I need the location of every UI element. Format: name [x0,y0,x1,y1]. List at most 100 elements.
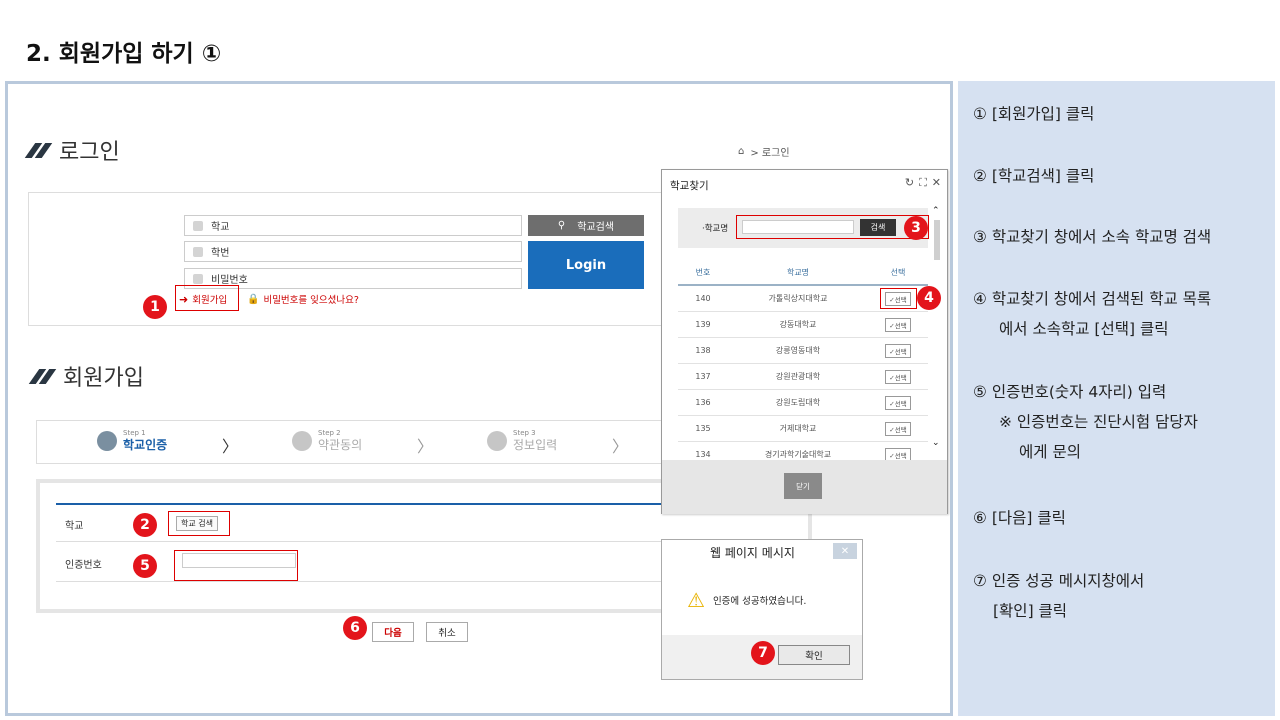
marker-3: 3 [904,216,928,240]
table-row: 137 강원관광대학 ✓선택 [678,364,928,390]
school-name-label: ·학교명 [702,224,729,234]
popup-close-button[interactable]: 닫기 [784,473,822,499]
highlight-box-1 [175,285,239,311]
chevron-right-icon: 〉 [417,437,434,456]
step-3-label: 정보입력 [513,438,558,452]
ok-button[interactable]: 확인 [778,645,850,665]
instruction-line: ① [회원가입] 클릭 [973,105,1095,123]
slash-icon [24,142,53,158]
auth-number-label: 인증번호 [65,560,102,571]
forgot-password-text: 비밀번호를 잊으셨나요? [263,295,359,306]
instruction-line: ② [학교검색] 클릭 [973,167,1095,185]
row-name: 가톨릭상지대학교 [768,294,828,303]
step-3-small: Step 3 [513,429,536,437]
scroll-up-icon[interactable]: ⌃ [932,206,940,216]
slide-title: 2. 회원가입 하기 ① [26,41,222,67]
cancel-button[interactable]: 취소 [426,622,468,642]
select-button[interactable]: ✓선택 [885,317,911,332]
school-field[interactable]: 학교 [184,215,522,236]
step-icon [487,430,507,451]
maximize-icon[interactable]: ⛶ [919,176,927,190]
lock-icon [193,273,203,284]
popup-controls: ↻ ⛶ ✕ [905,176,941,190]
building-icon [193,220,203,231]
scroll-thumb[interactable] [934,220,940,260]
step-icon [292,430,312,451]
breadcrumb: ⌂ > 로그인 [738,144,790,159]
next-button[interactable]: 다음 [372,622,414,642]
col-no: 번호 [695,267,711,277]
row-name: 강동대학교 [779,320,817,329]
table-row: 136 강원도립대학 ✓선택 [678,390,928,416]
popup-scrollbar[interactable]: ⌃ ⌄ [932,206,941,454]
select-button[interactable]: ✓선택 [885,343,911,358]
message-text: 인증에 성공하였습니다. [712,596,807,607]
signup-heading-text: 회원가입 [63,366,144,391]
login-heading-text: 로그인 [59,140,120,165]
marker-1: 1 [143,295,167,319]
breadcrumb-text: > 로그인 [750,148,790,159]
step-2-label: 약관동의 [318,438,363,452]
login-heading: 로그인 [24,134,120,166]
school-search-button[interactable]: ⚲ 학교검색 [528,215,644,236]
school-field-label: 학교 [211,222,230,233]
step-1-small: Step 1 [123,429,146,437]
student-id-field[interactable]: 학번 [184,241,522,262]
row-name: 강원도립대학 [775,398,821,407]
instruction-line: 에서 소속학교 [선택] 클릭 [999,320,1169,338]
highlight-box-4 [880,288,917,309]
slash-icon [28,368,57,384]
row-name: 거제대학교 [779,424,817,433]
row-no: 137 [695,372,711,381]
instruction-step: ⑥ [다음] 클릭 [973,503,1066,533]
highlight-box-2 [168,511,230,536]
user-icon [193,246,203,257]
table-header: 번호 학교명 선택 [678,260,928,286]
step-1: Step 1 학교인증 [97,429,167,452]
home-icon[interactable]: ⌂ [738,146,744,157]
row-name: 강원관광대학 [775,372,821,381]
close-icon[interactable]: ✕ [932,176,941,190]
row-no: 136 [695,398,711,407]
school-search-label: 학교검색 [577,222,615,233]
login-button[interactable]: Login [528,241,644,289]
popup-title: 학교찾기 [670,180,709,192]
highlight-box-5 [174,550,298,581]
table-row: 138 강릉영동대학 ✓선택 [678,338,928,364]
signup-heading: 회원가입 [28,360,144,392]
message-title: 웹 페이지 메시지 [662,540,862,564]
forgot-password-link[interactable]: 🔒 비밀번호를 잊으셨나요? [247,292,359,307]
instruction-line: ⑤ 인증번호(숫자 4자리) 입력 [973,383,1167,401]
table-row: 139 강동대학교 ✓선택 [678,312,928,338]
marker-7: 7 [751,641,775,665]
instruction-line: ⑦ 인증 성공 메시지창에서 [973,572,1145,590]
signup-steps: Step 1 학교인증 〉 Step 2 약관동의 〉 Step 3 정보입력 〉 [36,420,716,464]
select-button[interactable]: ✓선택 [885,395,911,410]
instruction-step: ③ 학교찾기 창에서 소속 학교명 검색 [973,222,1211,252]
step-3: Step 3 정보입력 [487,429,557,452]
instruction-step: ② [학교검색] 클릭 [973,161,1094,191]
row-select: ✓선택 [868,421,928,436]
instruction-line: ⑥ [다음] 클릭 [973,509,1066,527]
instruction-line: ④ 학교찾기 창에서 검색된 학교 목록 [973,290,1212,308]
row-no: 138 [695,346,711,355]
row-no: 135 [695,424,711,433]
instruction-line: [확인] 클릭 [993,602,1068,620]
row-no: 139 [695,320,711,329]
close-icon[interactable]: ✕ [833,543,857,559]
select-button[interactable]: ✓선택 [885,369,911,384]
row-select: ✓선택 [868,317,928,332]
step-1-label: 학교인증 [123,438,168,452]
instruction-step: ⑤ 인증번호(숫자 4자리) 입력 ※ 인증번호는 진단시험 담당자 에게 문의 [973,377,1198,467]
scroll-down-icon[interactable]: ⌄ [932,438,940,448]
select-button[interactable]: ✓선택 [885,421,911,436]
school-label: 학교 [65,521,84,532]
row-name: 강릉영동대학 [775,346,821,355]
marker-5: 5 [133,554,157,578]
refresh-icon[interactable]: ↻ [905,176,914,190]
highlight-box-3 [736,215,929,239]
step-2-small: Step 2 [318,429,341,437]
col-select: 선택 [890,267,906,277]
marker-6: 6 [343,616,367,640]
instruction-step: ① [회원가입] 클릭 [973,99,1094,129]
